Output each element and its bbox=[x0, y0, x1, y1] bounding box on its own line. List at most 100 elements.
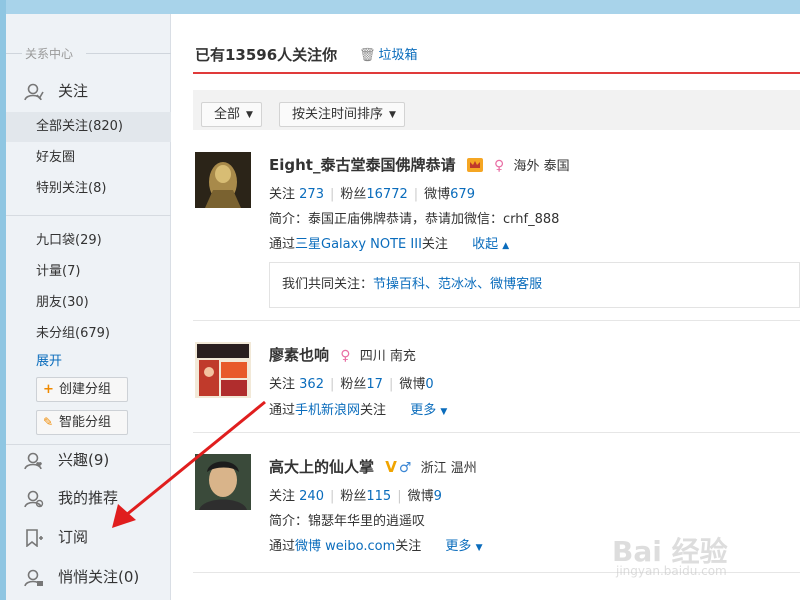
secret-user-icon bbox=[24, 569, 43, 587]
follow-source: 通过三星Galaxy NOTE III关注 收起 ▲ bbox=[269, 233, 509, 252]
common-follows-box: 我们共同关注：节操百科、范冰冰、微博客服 bbox=[269, 262, 800, 308]
watermark-url: jingyan.baidu.com bbox=[616, 564, 727, 578]
common-follow-link[interactable]: 范冰冰 bbox=[438, 277, 477, 292]
fans-count[interactable]: 16772 bbox=[366, 187, 407, 202]
follower-item: Eight_泰古堂泰国佛牌恭请 ♀ 海外 泰国 关注 273 | 粉丝16772 | 微… bbox=[193, 152, 800, 320]
trash-link[interactable]: 🗑 垃圾箱 bbox=[359, 44, 418, 63]
crown-icon bbox=[466, 158, 483, 172]
follow-source: 通过手机新浪网关注 更多 ▼ bbox=[269, 399, 447, 418]
sidebar-item-subscribe[interactable]: 订阅 bbox=[6, 522, 171, 552]
caret-down-icon: ▼ bbox=[440, 407, 448, 417]
via-prefix: 通过 bbox=[269, 403, 296, 418]
follow-label: 关注 bbox=[269, 377, 296, 392]
sidebar-item-friends[interactable]: 好友圈 bbox=[6, 143, 171, 173]
sidebar: 关系中心 关注 全部关注(820) 好友圈 特别关注(8) 九口袋(29) 计量… bbox=[6, 14, 171, 600]
sidebar-item-follow[interactable]: 关注 bbox=[6, 76, 171, 106]
follow-label: 关注 bbox=[269, 187, 296, 202]
weibo-count[interactable]: 679 bbox=[450, 187, 475, 202]
weibo-count[interactable]: 9 bbox=[434, 489, 442, 504]
via-suffix: 关注 bbox=[395, 539, 422, 554]
divider bbox=[193, 432, 800, 433]
group-label: 九口袋(29) bbox=[36, 233, 102, 248]
female-icon: ♀ bbox=[340, 348, 351, 364]
smart-group-button[interactable]: ✎ 智能分组 bbox=[36, 410, 128, 435]
fans-label: 粉丝 bbox=[340, 489, 367, 504]
sidebar-group-item[interactable]: 朋友(30) bbox=[6, 288, 171, 318]
filter-all-dropdown[interactable]: 全部 ▼ bbox=[201, 102, 262, 127]
sidebar-group-item[interactable]: 九口袋(29) bbox=[6, 226, 171, 256]
sidebar-subscribe-label: 订阅 bbox=[58, 528, 89, 546]
via-suffix: 关注 bbox=[421, 237, 448, 252]
expand-link[interactable]: 展开 bbox=[6, 347, 171, 377]
main-panel: 已有13596人关注你 🗑 垃圾箱 全部 ▼ 按关注时间排序 ▼ Eight_泰古堂泰… bbox=[171, 14, 800, 600]
user-stats: 关注 273 | 粉丝16772 | 微博679 bbox=[269, 187, 475, 202]
follow-count[interactable]: 273 bbox=[299, 187, 324, 202]
user-location: 海外 泰国 bbox=[513, 159, 570, 174]
user-location: 浙江 温州 bbox=[420, 461, 477, 476]
user-name-line: 廖素也响 ♀ 四川 南充 bbox=[269, 344, 416, 365]
expand-label: 展开 bbox=[36, 354, 63, 369]
user-stats: 关注 362 | 粉丝17 | 微博0 bbox=[269, 377, 434, 392]
fans-count[interactable]: 115 bbox=[366, 489, 391, 504]
heart-user-icon bbox=[24, 452, 42, 470]
via-source-link[interactable]: 微博 weibo.com bbox=[295, 539, 395, 554]
user-intro: 简介：锦瑟年华里的逍遥叹 bbox=[269, 514, 426, 529]
sidebar-item-all-follow[interactable]: 全部关注(820) bbox=[6, 112, 171, 142]
user-name-line: 高大上的仙人掌 V ♂ 浙江 温州 bbox=[269, 456, 477, 477]
via-source-link[interactable]: 三星Galaxy NOTE III bbox=[295, 237, 422, 252]
sidebar-group-item[interactable]: 未分组(679) bbox=[6, 319, 171, 349]
caret-down-icon: ▼ bbox=[475, 543, 483, 553]
female-icon: ♀ bbox=[493, 158, 505, 174]
common-label: 我们共同关注： bbox=[282, 277, 374, 292]
caret-up-icon: ▲ bbox=[502, 241, 510, 251]
male-icon: ♂ bbox=[398, 460, 412, 476]
divider bbox=[193, 320, 800, 321]
sort-dropdown[interactable]: 按关注时间排序 ▼ bbox=[279, 102, 405, 127]
collapse-button[interactable]: 收起 ▲ bbox=[472, 237, 509, 252]
follow-source: 通过微博 weibo.com关注 更多 ▼ bbox=[269, 535, 483, 554]
smart-group-label: 智能分组 bbox=[59, 415, 112, 430]
follow-label: 关注 bbox=[269, 489, 296, 504]
sidebar-section-header: 关系中心 bbox=[6, 44, 171, 62]
common-follow-link[interactable]: 节操百科 bbox=[373, 277, 425, 292]
avatar[interactable] bbox=[195, 342, 251, 398]
create-group-label: 创建分组 bbox=[59, 382, 112, 397]
weibo-label: 微博 bbox=[424, 187, 451, 202]
divider bbox=[6, 215, 171, 216]
more-button[interactable]: 更多 ▼ bbox=[445, 539, 482, 554]
follower-item: 廖素也响 ♀ 四川 南充 关注 362 | 粉丝17 | 微博0 通过手机新浪网关注 更… bbox=[193, 342, 800, 442]
user-name-line: Eight_泰古堂泰国佛牌恭请 ♀ 海外 泰国 bbox=[269, 154, 570, 175]
collapse-label: 收起 bbox=[472, 237, 499, 252]
sidebar-group-item[interactable]: 计量(7) bbox=[6, 257, 171, 287]
sidebar-item-recommend[interactable]: 我的推荐 bbox=[6, 483, 171, 513]
follow-count[interactable]: 362 bbox=[299, 377, 324, 392]
verified-icon: V bbox=[385, 458, 397, 476]
avatar[interactable] bbox=[195, 152, 251, 208]
fans-count[interactable]: 17 bbox=[366, 377, 383, 392]
create-group-button[interactable]: + 创建分组 bbox=[36, 377, 128, 402]
sidebar-item-secret-follow[interactable]: 悄悄关注(0) bbox=[6, 562, 171, 592]
sidebar-secret-follow-label: 悄悄关注(0) bbox=[58, 568, 140, 586]
trash-label: 垃圾箱 bbox=[378, 48, 418, 63]
via-source-link[interactable]: 手机新浪网 bbox=[295, 403, 360, 418]
via-prefix: 通过 bbox=[269, 237, 296, 252]
magic-wand-icon: ✎ bbox=[43, 415, 54, 429]
caret-down-icon: ▼ bbox=[246, 110, 253, 120]
more-label: 更多 bbox=[445, 539, 472, 554]
weibo-count[interactable]: 0 bbox=[425, 377, 433, 392]
via-prefix: 通过 bbox=[269, 539, 296, 554]
more-button[interactable]: 更多 ▼ bbox=[410, 403, 447, 418]
sidebar-item-interest[interactable]: 兴趣(9) bbox=[6, 445, 171, 475]
sidebar-item-special[interactable]: 特别关注(8) bbox=[6, 174, 171, 204]
fans-label: 粉丝 bbox=[340, 187, 367, 202]
sort-label: 按关注时间排序 bbox=[292, 107, 384, 122]
common-follow-link[interactable]: 微博客服 bbox=[490, 277, 542, 292]
filter-all-label: 全部 bbox=[214, 107, 241, 122]
sidebar-follow-label: 关注 bbox=[58, 82, 89, 100]
follow-count[interactable]: 240 bbox=[299, 489, 324, 504]
user-name[interactable]: 廖素也响 bbox=[269, 346, 329, 364]
avatar[interactable] bbox=[195, 454, 251, 510]
user-name[interactable]: 高大上的仙人掌 bbox=[269, 458, 374, 476]
trash-icon: 🗑 bbox=[359, 48, 376, 63]
user-name[interactable]: Eight_泰古堂泰国佛牌恭请 bbox=[269, 156, 455, 174]
